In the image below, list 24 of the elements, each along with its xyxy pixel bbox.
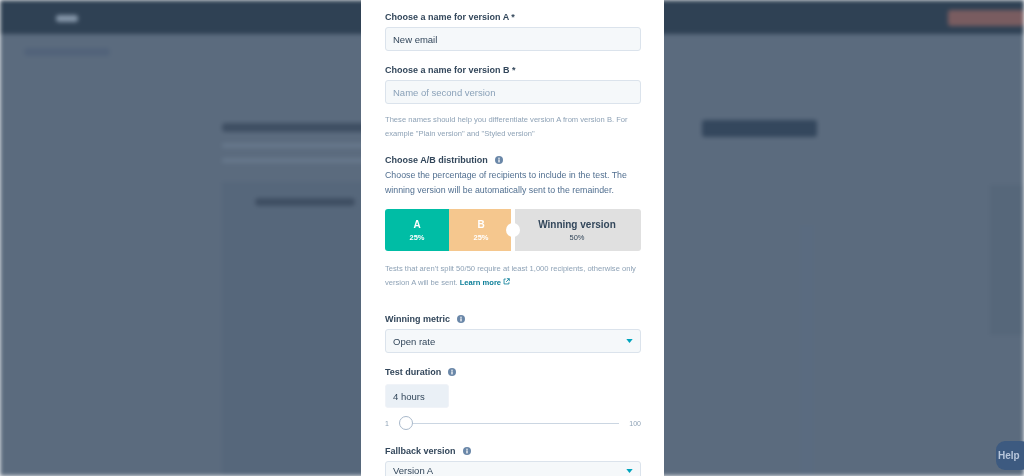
caret-icon [626,469,633,473]
field-label: Choose a name for version A * [385,11,515,23]
field-label: Choose A/B distribution [385,154,488,166]
dropdown[interactable]: Version A [385,461,641,476]
external-link-icon [503,277,511,285]
field-label: Choose a name for version B * [385,64,516,76]
caret-icon [626,339,633,343]
field-label: Winning metric [385,313,450,325]
field-label: Fallback version [385,445,456,457]
dropdown[interactable]: Open rate [385,329,641,353]
field-label: Test duration [385,366,442,378]
info-icon[interactable] [456,315,465,323]
info-icon[interactable] [494,156,503,164]
slider-thumb[interactable] [398,415,413,430]
info-icon[interactable] [448,368,457,376]
description-text: Choose the percentage of recipients to include in the test. The winning version will be automatically sent to the remainder. [385,169,628,197]
input-field[interactable]: New email [385,27,641,51]
input-field[interactable]: Name of second version [385,80,641,104]
duration-field[interactable]: 4 hours [385,384,449,408]
info-icon[interactable] [462,447,471,455]
segment-name: A [413,218,421,230]
segment-name: B [477,218,485,230]
help-button[interactable]: Help [996,441,1024,470]
segment-name: Winning version [538,218,616,230]
